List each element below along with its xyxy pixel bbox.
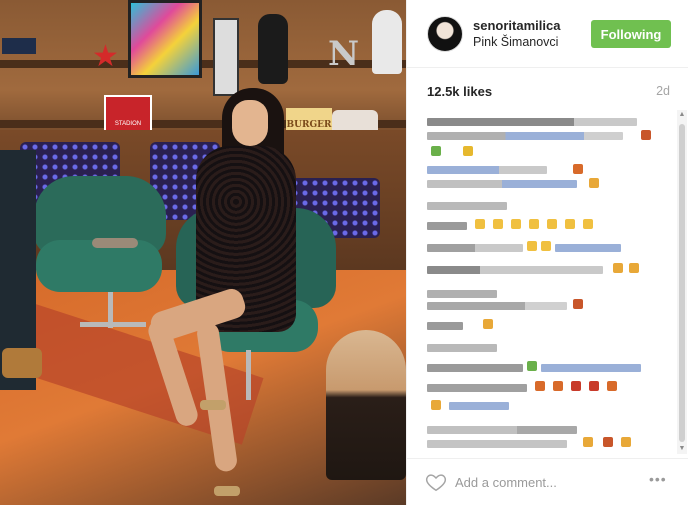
emoji-blur <box>493 219 503 229</box>
emoji-blur <box>527 361 537 371</box>
emoji-blur <box>589 381 599 391</box>
comment-line <box>427 244 523 252</box>
comment-line <box>427 180 577 188</box>
comment-line <box>427 166 547 174</box>
scrollbar-thumb[interactable] <box>679 124 685 442</box>
wooden-stool <box>326 330 406 480</box>
comments-list <box>423 110 669 454</box>
emoji-blur <box>603 437 613 447</box>
comment-line <box>541 364 641 372</box>
emoji-blur <box>527 241 537 251</box>
emoji-blur <box>483 319 493 329</box>
emoji-blur <box>463 146 473 156</box>
emoji-blur <box>547 219 557 229</box>
sandal-left <box>200 400 226 410</box>
post-header: senoritamilica Pink Šimanovci Following <box>407 0 688 68</box>
emoji-blur <box>629 263 639 273</box>
comment-line <box>427 132 623 140</box>
emoji-blur <box>541 241 551 251</box>
post-age[interactable]: 2d <box>656 84 670 98</box>
emoji-blur <box>621 437 631 447</box>
heart-icon[interactable] <box>425 471 447 493</box>
emoji-blur <box>583 219 593 229</box>
more-options-icon[interactable]: ••• <box>649 471 667 487</box>
post-sidebar: senoritamilica Pink Šimanovci Following … <box>406 0 688 505</box>
letter-decoration: N <box>328 34 360 74</box>
comment-line <box>449 402 509 410</box>
black-vase <box>258 14 288 84</box>
left-chair-base <box>80 322 146 327</box>
comment-line <box>427 384 527 392</box>
comment-line <box>555 244 621 252</box>
comment-line <box>427 290 497 298</box>
comment-line <box>427 440 567 448</box>
white-figurine <box>372 10 402 74</box>
sandal-right <box>214 486 240 496</box>
emoji-blur <box>607 381 617 391</box>
shelf-sign <box>2 38 36 54</box>
comments-scrollbar[interactable]: ▲ ▼ <box>677 110 687 454</box>
comment-line <box>427 322 463 330</box>
scroll-up-icon[interactable]: ▲ <box>677 110 687 120</box>
username-link[interactable]: senoritamilica <box>473 18 560 33</box>
boot <box>2 348 42 378</box>
comment-line <box>427 222 467 230</box>
avatar[interactable] <box>427 16 463 52</box>
red-star-decoration: ★ <box>92 40 119 73</box>
emoji-blur <box>431 146 441 156</box>
emoji-blur <box>573 164 583 174</box>
emoji-blur <box>431 400 441 410</box>
emoji-blur <box>511 219 521 229</box>
post-photo[interactable]: N ★ STADION BURGER <box>0 0 406 505</box>
left-chair-cushion <box>92 238 138 248</box>
emoji-blur <box>571 381 581 391</box>
stadion-plaque: STADION <box>104 95 152 133</box>
comment-line <box>427 302 567 310</box>
emoji-blur <box>475 219 485 229</box>
picture-frame <box>213 18 239 96</box>
likes-count[interactable]: 12.5k likes <box>427 84 492 99</box>
add-comment-input[interactable] <box>455 469 635 495</box>
following-button[interactable]: Following <box>591 20 671 48</box>
scroll-down-icon[interactable]: ▼ <box>677 444 687 454</box>
comment-line <box>427 344 497 352</box>
comment-line <box>427 202 507 210</box>
emoji-blur <box>589 178 599 188</box>
painting <box>128 0 202 78</box>
emoji-blur <box>583 437 593 447</box>
emoji-blur <box>613 263 623 273</box>
comment-line <box>427 364 523 372</box>
comment-line <box>427 426 577 434</box>
emoji-blur <box>573 299 583 309</box>
comment-footer: ••• <box>407 458 688 505</box>
emoji-blur <box>529 219 539 229</box>
location-link[interactable]: Pink Šimanovci <box>473 35 558 49</box>
right-chair-stand <box>246 350 251 400</box>
emoji-blur <box>553 381 563 391</box>
emoji-blur <box>565 219 575 229</box>
comment-line <box>427 118 637 126</box>
woman-face <box>232 100 268 146</box>
emoji-blur <box>535 381 545 391</box>
comment-line <box>427 266 603 274</box>
emoji-blur <box>641 130 651 140</box>
